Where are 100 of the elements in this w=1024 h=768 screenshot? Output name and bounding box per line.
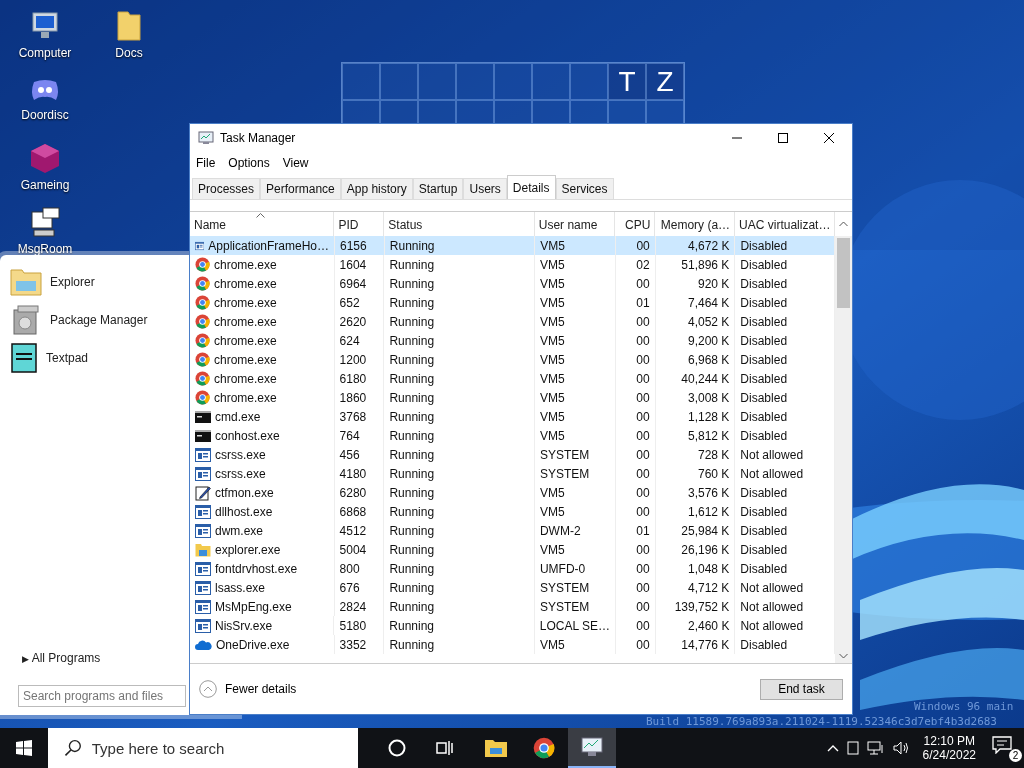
process-row[interactable]: lsass.exe 676 Running SYSTEM 00 4,712 K Not allowed [190, 578, 836, 597]
task-view-icon[interactable] [436, 740, 454, 756]
table-cell: 6280 [339, 485, 367, 500]
process-row[interactable]: chrome.exe 1604 Running VM5 02 51,896 K Disabled [190, 255, 836, 274]
desktop-icon-label[interactable]: Computer [18, 46, 72, 60]
start-menu-item[interactable]: Explorer [10, 265, 101, 299]
taskbar-search-box[interactable]: Type here to search [48, 728, 358, 768]
tab[interactable]: Startup [412, 178, 464, 199]
process-row[interactable]: conhost.exe 764 Running VM5 00 5,812 K Disabled [190, 426, 836, 445]
search-field[interactable]: Search programs and files [18, 685, 186, 707]
table-cell: chrome.exe [214, 314, 277, 329]
table-cell: Disabled [740, 523, 788, 538]
tab[interactable]: Performance [260, 178, 341, 199]
grid-tile [456, 63, 494, 100]
table-cell: VM5 [539, 485, 565, 500]
process-row[interactable]: dwm.exe 4512 Running DWM-2 01 25,984 K Disabled [190, 521, 836, 540]
speaker-icon[interactable] [892, 741, 911, 755]
tab[interactable]: Details [506, 175, 556, 199]
browser-icon [195, 257, 210, 272]
clock-date[interactable]: 6/24/2022 [922, 748, 976, 762]
table-cell: 3,576 K [688, 485, 730, 500]
process-row[interactable]: chrome.exe 2620 Running VM5 00 4,052 K Disabled [190, 312, 836, 331]
computer-message-icon[interactable] [29, 206, 61, 238]
process-row[interactable]: chrome.exe 1200 Running VM5 00 6,968 K Disabled [190, 350, 836, 369]
process-row[interactable]: OneDrive.exe 3352 Running VM5 00 14,776 K Disabled [190, 635, 836, 654]
notification-icon[interactable] [992, 736, 1012, 754]
folder-icon[interactable] [116, 10, 142, 42]
table-cell: 1200 [339, 352, 367, 367]
process-row[interactable]: NisSrv.exe 5180 Running LOCAL SE… 00 2,460 K Not allowed [190, 616, 836, 635]
table-cell: Disabled [740, 314, 788, 329]
table-cell: Running [389, 504, 435, 519]
process-row[interactable]: dllhost.exe 6868 Running VM5 00 1,612 K Disabled [190, 502, 836, 521]
desktop-icon-label[interactable]: MsgRoom [17, 242, 73, 256]
window-title: Task Manager [220, 130, 296, 145]
menu-item[interactable]: File [196, 156, 216, 170]
process-row[interactable]: chrome.exe 6180 Running VM5 00 40,244 K Disabled [190, 369, 836, 388]
table-cell: Running [389, 428, 435, 443]
table-cell: ApplicationFrameHo… [208, 238, 329, 253]
table-cell: Disabled [740, 390, 788, 405]
process-row[interactable]: chrome.exe 624 Running VM5 00 9,200 K Disabled [190, 331, 836, 350]
maximize-icon[interactable] [777, 131, 789, 144]
all-programs-link[interactable]: ▶ All Programs [22, 651, 101, 665]
desktop-icon-label[interactable]: Gameing [20, 178, 70, 192]
windows-logo-icon[interactable] [16, 740, 32, 756]
process-row[interactable]: ctfmon.exe 6280 Running VM5 00 3,576 K Disabled [190, 483, 836, 502]
start-menu-item[interactable]: Textpad [10, 341, 95, 375]
scrollbar[interactable] [835, 236, 852, 663]
table-cell: 00 [636, 580, 650, 595]
process-row[interactable]: fontdrvhost.exe 800 Running UMFD-0 00 1,048 K Disabled [190, 559, 836, 578]
tablet-icon[interactable] [846, 741, 859, 755]
table-cell: 3,008 K [688, 390, 730, 405]
process-row[interactable]: chrome.exe 6964 Running VM5 00 920 K Disabled [190, 274, 836, 293]
desktop-icon-label[interactable]: Docs [115, 46, 143, 60]
table-cell: 00 [636, 428, 650, 443]
table-cell: OneDrive.exe [216, 637, 290, 652]
tab[interactable]: App history [340, 178, 413, 199]
start-menu-item[interactable]: Package Manager [10, 303, 154, 337]
desktop-icon-label[interactable]: Doordisc [21, 108, 69, 122]
grid-tile [418, 63, 456, 100]
table-cell: 920 K [698, 276, 730, 291]
process-row[interactable]: chrome.exe 652 Running VM5 01 7,464 K Disabled [190, 293, 836, 312]
table-cell: 01 [636, 523, 650, 538]
menu-item[interactable]: Options [228, 156, 270, 170]
table-cell: MsMpEng.exe [215, 599, 292, 614]
table-cell: dwm.exe [215, 523, 264, 538]
fewer-details-link[interactable]: Fewer details [199, 680, 297, 698]
process-row[interactable]: csrss.exe 456 Running SYSTEM 00 728 K Not allowed [190, 445, 836, 464]
table-cell: Not allowed [740, 599, 804, 614]
tab[interactable]: Processes [192, 178, 261, 199]
browser-icon [195, 314, 210, 329]
table-cell: Not allowed [740, 447, 804, 462]
table-cell: UMFD-0 [539, 561, 586, 576]
process-row[interactable]: cmd.exe 3768 Running VM5 00 1,128 K Disabled [190, 407, 836, 426]
menu-item[interactable]: View [282, 156, 309, 170]
process-row[interactable]: chrome.exe 1860 Running VM5 00 3,008 K Disabled [190, 388, 836, 407]
chevron-up-icon[interactable] [826, 744, 839, 752]
process-row[interactable]: explorer.exe 5004 Running VM5 00 26,196 K Disabled [190, 540, 836, 559]
table-cell: 00 [636, 561, 650, 576]
table-cell: chrome.exe [214, 371, 277, 386]
table-cell: 139,752 K [674, 599, 730, 614]
process-row[interactable]: csrss.exe 4180 Running SYSTEM 00 760 K Not allowed [190, 464, 836, 483]
table-cell: Running [389, 276, 435, 291]
scroll-thumb[interactable] [837, 238, 851, 308]
process-row[interactable]: ApplicationFrameHo… 6156 Running VM5 00 4,672 K Disabled [190, 236, 836, 255]
table-cell: lsass.exe [215, 580, 266, 595]
tab[interactable]: Services [555, 178, 614, 199]
clock-time[interactable]: 12:10 PM [923, 734, 975, 748]
network-icon[interactable] [866, 741, 885, 755]
table-cell: Disabled [740, 257, 788, 272]
close-icon[interactable] [823, 131, 835, 144]
process-row[interactable]: MsMpEng.exe 2824 Running SYSTEM 00 139,752 K Not allowed [190, 597, 836, 616]
package-icon [10, 304, 42, 336]
cube-icon[interactable] [29, 142, 61, 174]
circle-icon[interactable] [388, 739, 406, 757]
end-task-button[interactable]: End task [760, 678, 843, 700]
taskbar-app-button[interactable] [568, 728, 616, 768]
window-icon [195, 618, 211, 633]
grid-tile [380, 63, 418, 100]
tab[interactable]: Users [463, 178, 507, 199]
table-cell: 760 K [698, 466, 730, 481]
